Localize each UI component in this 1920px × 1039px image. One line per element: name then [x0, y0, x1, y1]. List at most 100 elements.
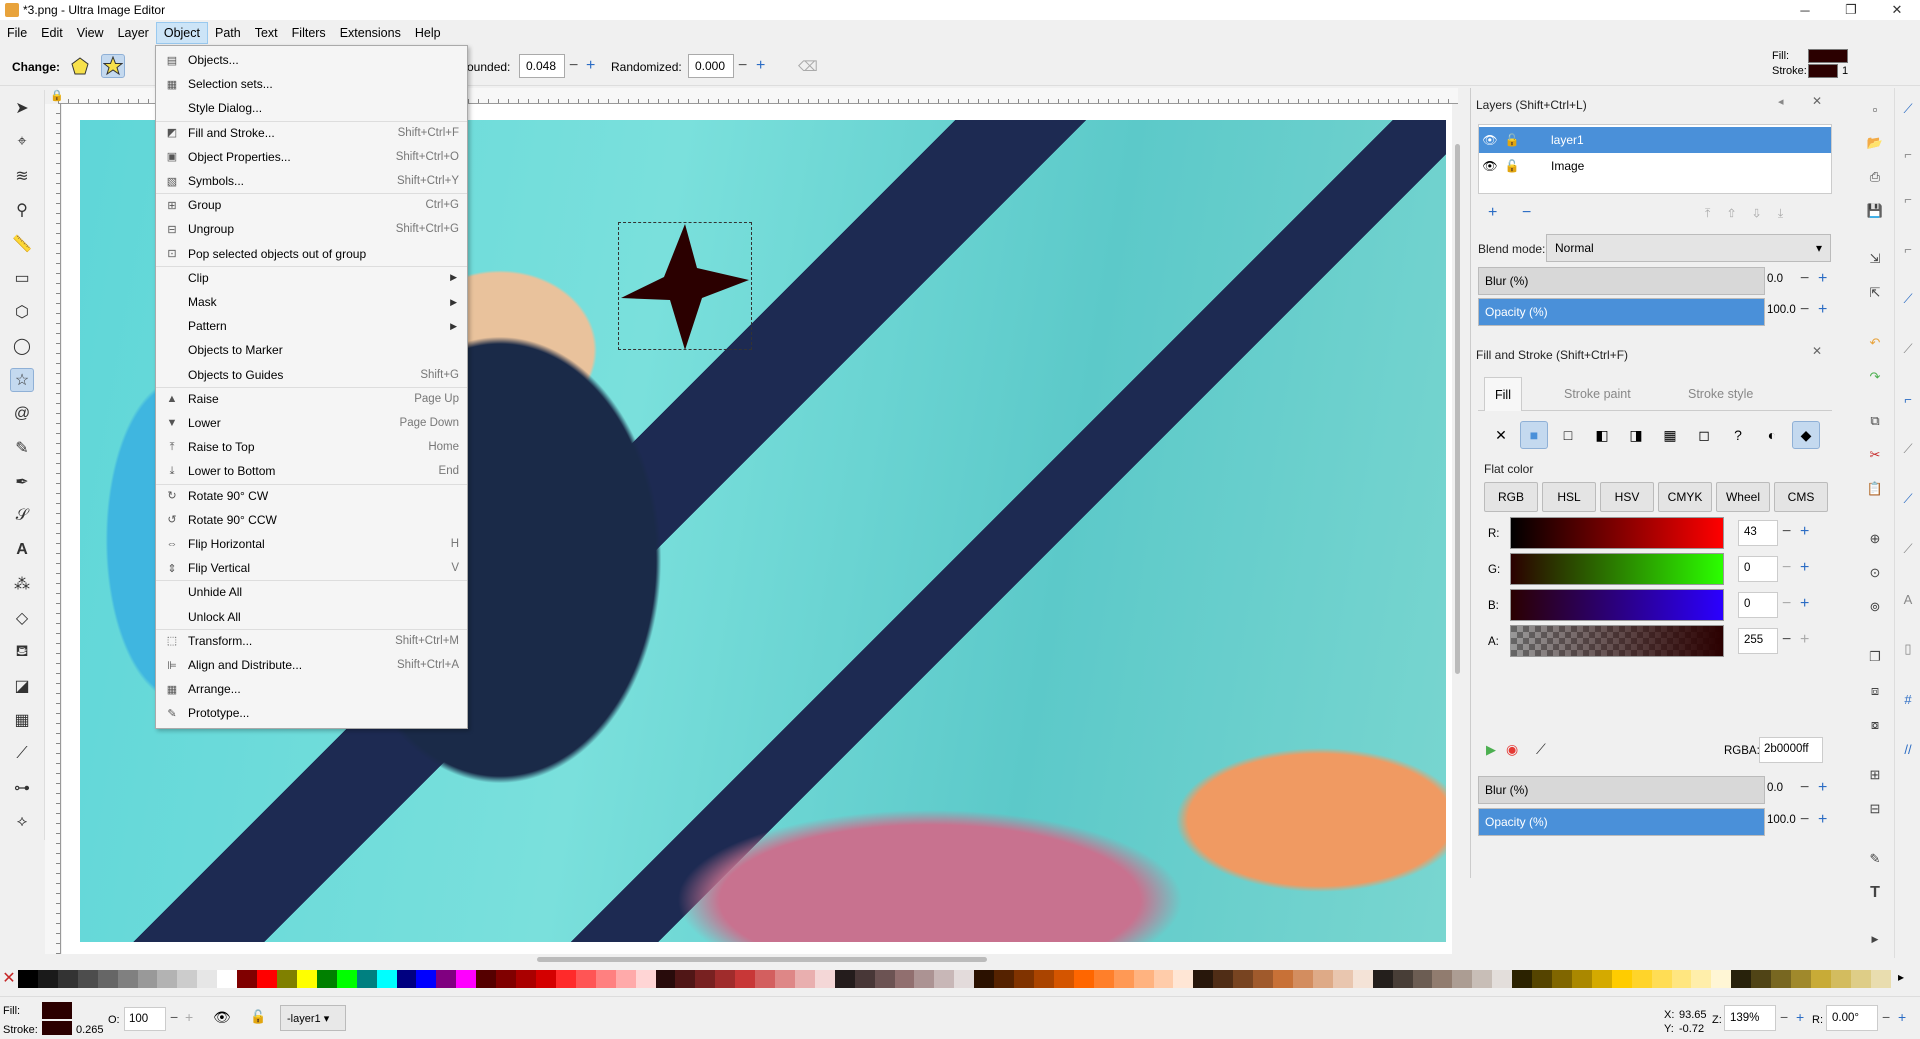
- palette-swatch[interactable]: [1532, 970, 1552, 988]
- spiral-tool-icon[interactable]: @: [10, 402, 34, 426]
- zoom-page-icon[interactable]: ⊚: [1864, 596, 1886, 618]
- menu-item-ungroup[interactable]: ⊟ Ungroup Shift+Ctrl+G: [156, 217, 467, 241]
- snap-smooth-icon[interactable]: ⟋: [1897, 438, 1919, 460]
- palette-swatch[interactable]: [1432, 970, 1453, 988]
- channel-r-input[interactable]: 43: [1738, 520, 1778, 546]
- palette-swatch[interactable]: [1671, 970, 1692, 988]
- menu-edit[interactable]: Edit: [34, 22, 70, 44]
- palette-swatch[interactable]: [77, 970, 98, 988]
- zoom-selection-icon[interactable]: ⊕: [1864, 528, 1886, 550]
- palette-swatch[interactable]: [914, 970, 935, 988]
- snap-page-icon[interactable]: ▯: [1897, 638, 1919, 660]
- palette-swatch[interactable]: [137, 970, 158, 988]
- palette-swatch[interactable]: [1093, 970, 1114, 988]
- save-icon[interactable]: 💾: [1864, 200, 1886, 222]
- connector-tool-icon[interactable]: ⊶: [10, 776, 34, 800]
- palette-swatch[interactable]: [396, 970, 417, 988]
- unlink-clone-icon[interactable]: ⧇: [1864, 714, 1886, 736]
- randomized-decrement-icon[interactable]: −: [738, 58, 747, 74]
- palette-swatch[interactable]: [1312, 970, 1333, 988]
- palette-swatch[interactable]: [1253, 970, 1274, 988]
- menu-item-raise[interactable]: ▲ Raise Page Up: [156, 387, 467, 411]
- pattern-button[interactable]: ▦: [1656, 421, 1684, 449]
- palette-swatch[interactable]: [735, 970, 756, 988]
- decrement-icon[interactable]: −: [170, 1009, 178, 1025]
- eraser-tool-icon[interactable]: ◇: [10, 606, 34, 630]
- palette-swatch[interactable]: [436, 970, 457, 988]
- fill-opacity-slider[interactable]: Opacity (%) 100.0 − +: [1478, 808, 1832, 836]
- horizontal-scrollbar[interactable]: [62, 954, 1452, 964]
- mode-rgb-button[interactable]: RGB: [1484, 482, 1538, 512]
- zoom-in-icon[interactable]: +: [1796, 1009, 1804, 1025]
- palette-swatch[interactable]: [1731, 970, 1752, 988]
- menu-item-flip-horizontal[interactable]: ⇔ Flip Horizontal H: [156, 532, 467, 556]
- menu-help[interactable]: Help: [408, 22, 448, 44]
- ungroup-icon[interactable]: ⊟: [1864, 798, 1886, 820]
- zoom-input[interactable]: 139%: [1724, 1005, 1776, 1031]
- ellipse-tool-icon[interactable]: ◯: [10, 334, 34, 358]
- zoom-tool-icon[interactable]: ⚲: [10, 198, 34, 222]
- channel-a-input[interactable]: 255: [1738, 628, 1778, 654]
- color-picker-icon[interactable]: ⟋: [1536, 741, 1546, 758]
- menu-item-objects[interactable]: ▤ Objects...: [156, 48, 467, 72]
- palette-swatch[interactable]: [814, 970, 835, 988]
- palette-swatch[interactable]: [376, 970, 397, 988]
- channel-b-input[interactable]: 0: [1738, 592, 1778, 618]
- palette-swatch[interactable]: [675, 970, 696, 988]
- increment-icon[interactable]: +: [1818, 811, 1827, 829]
- menu-view[interactable]: View: [70, 22, 111, 44]
- zoom-drawing-icon[interactable]: ⊙: [1864, 562, 1886, 584]
- menu-item-fill-and-stroke[interactable]: ◩ Fill and Stroke... Shift+Ctrl+F: [156, 121, 467, 145]
- palette-swatch[interactable]: [1870, 970, 1891, 988]
- polygon-mode-icon[interactable]: [68, 54, 92, 78]
- pen-tool-icon[interactable]: ✒: [10, 470, 34, 494]
- text-tool-icon[interactable]: A: [10, 538, 34, 562]
- menu-item-unhide-all[interactable]: Unhide All: [156, 580, 467, 604]
- palette-swatch[interactable]: [954, 970, 975, 988]
- layer-row[interactable]: 👁 🔓 Image: [1479, 153, 1831, 179]
- linear-gradient-button[interactable]: □: [1554, 421, 1582, 449]
- palette-swatch[interactable]: [715, 970, 736, 988]
- scrollbar-thumb[interactable]: [1455, 144, 1460, 674]
- layers-close-icon[interactable]: ✕: [1812, 94, 1822, 108]
- menu-item-objects-to-marker[interactable]: Objects to Marker: [156, 338, 467, 362]
- mode-cmyk-button[interactable]: CMYK: [1658, 482, 1712, 512]
- palette-swatch[interactable]: [1472, 970, 1493, 988]
- palette-swatch[interactable]: [775, 970, 795, 988]
- palette-swatch[interactable]: [1113, 970, 1134, 988]
- radial-gradient-button[interactable]: ◧: [1588, 421, 1616, 449]
- palette-swatch[interactable]: [316, 970, 337, 988]
- text-font-icon[interactable]: T: [1864, 882, 1886, 904]
- increment-icon[interactable]: +: [1800, 595, 1809, 613]
- palette-swatch[interactable]: [1193, 970, 1214, 988]
- lock-icon[interactable]: 🔓: [1501, 159, 1523, 173]
- lock-icon[interactable]: 🔓: [250, 1009, 266, 1025]
- minimize-icon[interactable]: ─: [1782, 0, 1828, 20]
- palette-swatch[interactable]: [595, 970, 616, 988]
- menu-file[interactable]: File: [0, 22, 34, 44]
- duplicate-icon[interactable]: ❐: [1864, 646, 1886, 668]
- palette-swatch[interactable]: [356, 970, 377, 988]
- palette-swatch[interactable]: [157, 970, 178, 988]
- swatch-button[interactable]: ◻: [1690, 421, 1718, 449]
- fill-swatch[interactable]: [1808, 49, 1848, 63]
- layer-blur-slider[interactable]: Blur (%) 0.0 − +: [1478, 267, 1832, 295]
- channel-g-input[interactable]: 0: [1738, 556, 1778, 582]
- menu-path[interactable]: Path: [208, 22, 248, 44]
- tweak-tool-icon[interactable]: ≋: [10, 164, 34, 188]
- palette-swatch[interactable]: [177, 970, 198, 988]
- menu-object[interactable]: Object: [155, 22, 208, 44]
- rectangle-tool-icon[interactable]: ▭: [10, 266, 34, 290]
- cut-icon[interactable]: ✂: [1864, 444, 1886, 466]
- scrollbar-thumb[interactable]: [537, 957, 987, 962]
- decrement-icon[interactable]: −: [1782, 595, 1791, 613]
- palette-swatch[interactable]: [197, 970, 218, 988]
- decrement-icon[interactable]: −: [1800, 301, 1809, 319]
- palette-swatch[interactable]: [1651, 970, 1672, 988]
- fill-blur-slider[interactable]: Blur (%) 0.0 − +: [1478, 776, 1832, 804]
- snap-center-icon[interactable]: ⟋: [1897, 538, 1919, 560]
- layer-order-icons[interactable]: ⤒⇧⇩⤓: [1705, 206, 1801, 221]
- snap-bbox-edge-icon[interactable]: ⌐: [1897, 188, 1919, 210]
- rotate-cw-icon[interactable]: +: [1898, 1009, 1906, 1025]
- mesh-tool-icon[interactable]: ▦: [10, 708, 34, 732]
